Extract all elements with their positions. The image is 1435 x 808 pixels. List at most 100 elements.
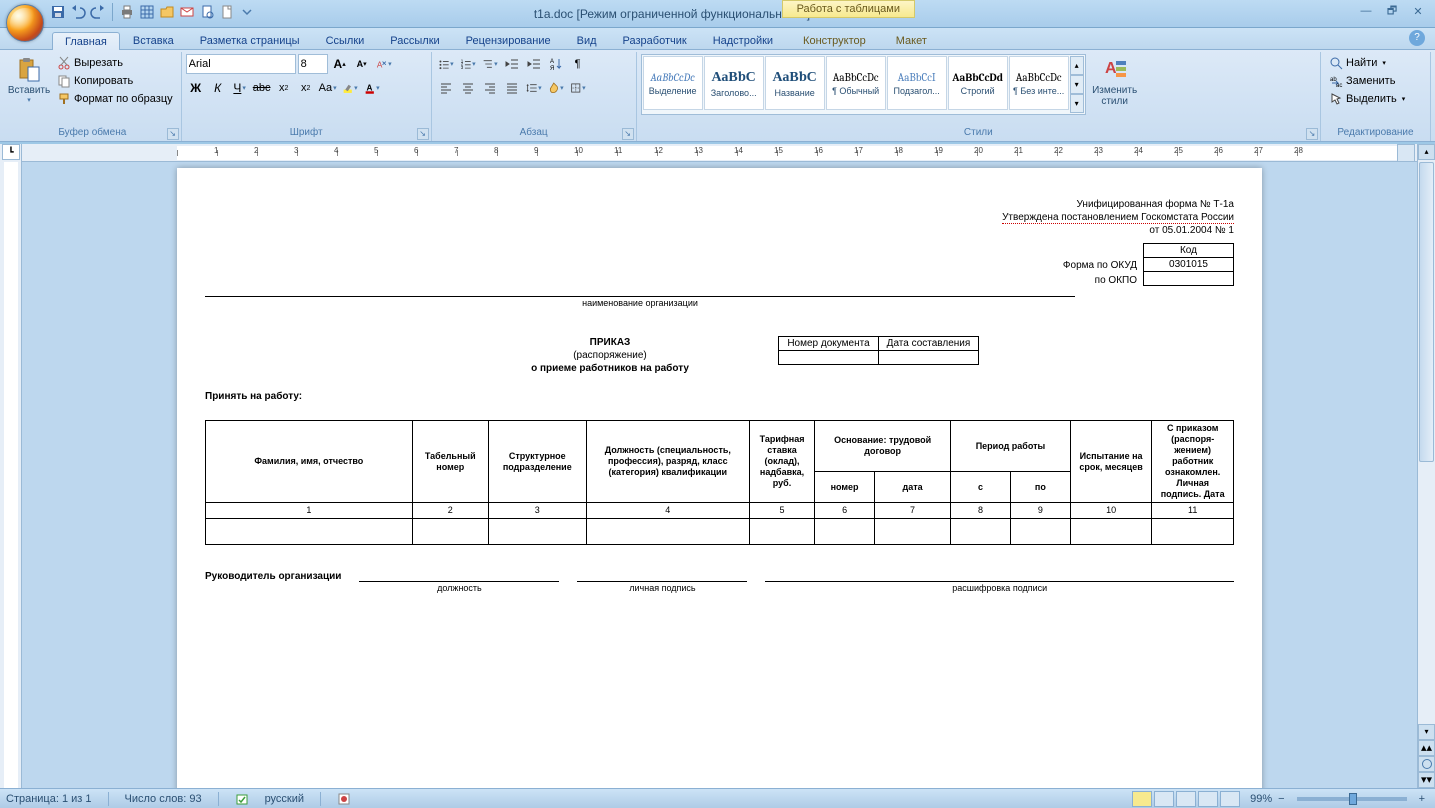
superscript-icon[interactable]: x2 (296, 78, 316, 98)
minimize-button[interactable]: — (1355, 3, 1377, 19)
gallery-more[interactable]: ▾ (1070, 94, 1084, 113)
copy-button[interactable]: Копировать (53, 72, 177, 90)
macro-record-icon[interactable] (337, 792, 351, 806)
open-icon[interactable] (159, 4, 175, 20)
proofing-icon[interactable] (235, 792, 249, 806)
italic-icon[interactable]: К (208, 78, 228, 98)
tab-review[interactable]: Рецензирование (453, 31, 564, 49)
change-styles-button[interactable]: A Изменить стили (1089, 54, 1141, 110)
tab-home[interactable]: Главная (52, 32, 120, 50)
align-right-icon[interactable] (480, 78, 500, 98)
clear-format-icon[interactable]: A (374, 54, 394, 74)
format-painter-button[interactable]: Формат по образцу (53, 90, 177, 108)
strike-icon[interactable]: abc (252, 78, 272, 98)
paste-button[interactable]: Вставить ▾ (8, 54, 50, 107)
view-web[interactable] (1176, 791, 1196, 807)
sort-icon[interactable]: AЯ (546, 54, 566, 74)
font-name-combo[interactable] (186, 54, 296, 74)
print-preview-icon[interactable] (199, 4, 215, 20)
font-size-combo[interactable] (298, 54, 328, 74)
grow-font-icon[interactable]: A▴ (330, 54, 350, 74)
view-outline[interactable] (1198, 791, 1218, 807)
align-left-icon[interactable] (436, 78, 456, 98)
zoom-label[interactable]: 99% (1250, 793, 1272, 805)
scroll-down[interactable]: ▾ (1418, 724, 1435, 740)
horizontal-ruler[interactable]: 1234567891011121314151617181920212223242… (22, 144, 1417, 162)
shrink-font-icon[interactable]: A▾ (352, 54, 372, 74)
view-print-layout[interactable] (1132, 791, 1152, 807)
style-item[interactable]: AaBbCcDc¶ Обычный (826, 56, 886, 110)
shading-icon[interactable] (546, 78, 566, 98)
decrease-indent-icon[interactable] (502, 54, 522, 74)
multilevel-icon[interactable] (480, 54, 500, 74)
paragraph-launcher[interactable]: ↘ (622, 128, 634, 140)
status-language[interactable]: русский (265, 793, 304, 805)
bold-icon[interactable]: Ж (186, 78, 206, 98)
redo-icon[interactable] (90, 4, 106, 20)
tab-developer[interactable]: Разработчик (610, 31, 700, 49)
style-item[interactable]: АаВbСНазвание (765, 56, 825, 110)
status-words[interactable]: Число слов: 93 (125, 793, 202, 805)
new-icon[interactable] (219, 4, 235, 20)
scroll-thumb[interactable] (1419, 162, 1434, 462)
borders-icon[interactable] (568, 78, 588, 98)
qat-more-icon[interactable] (239, 4, 255, 20)
email-icon[interactable] (179, 4, 195, 20)
styles-launcher[interactable]: ↘ (1306, 128, 1318, 140)
zoom-out[interactable]: − (1274, 793, 1288, 805)
replace-button[interactable]: abacЗаменить (1325, 72, 1409, 90)
tab-page-layout[interactable]: Разметка страницы (187, 31, 313, 49)
tab-addins[interactable]: Надстройки (700, 31, 786, 49)
style-item[interactable]: AaBbCcDdСтрогий (948, 56, 1008, 110)
page[interactable]: Унифицированная форма № Т-1а Утверждена … (177, 168, 1262, 788)
highlight-icon[interactable] (340, 78, 360, 98)
gallery-up[interactable]: ▴ (1070, 56, 1084, 75)
tab-table-design[interactable]: Конструктор (790, 31, 879, 49)
style-item[interactable]: АаВbСЗаголово... (704, 56, 764, 110)
save-icon[interactable] (50, 4, 66, 20)
zoom-slider[interactable] (1297, 797, 1407, 801)
subscript-icon[interactable]: x2 (274, 78, 294, 98)
gallery-down[interactable]: ▾ (1070, 75, 1084, 94)
document-viewport[interactable]: Унифицированная форма № Т-1а Утверждена … (22, 162, 1417, 788)
help-button[interactable]: ? (1409, 30, 1425, 46)
vertical-scrollbar[interactable]: ▴ ▾ ▴▴ ▾▾ (1417, 144, 1435, 788)
underline-icon[interactable]: Ч (230, 78, 250, 98)
increase-indent-icon[interactable] (524, 54, 544, 74)
tab-view[interactable]: Вид (564, 31, 610, 49)
show-marks-icon[interactable]: ¶ (568, 54, 588, 74)
tab-insert[interactable]: Вставка (120, 31, 187, 49)
restore-button[interactable]: 🗗 (1381, 3, 1403, 19)
view-full-screen[interactable] (1154, 791, 1174, 807)
prev-page[interactable]: ▴▴ (1418, 740, 1435, 756)
undo-icon[interactable] (70, 4, 86, 20)
tab-selector[interactable]: ┗ (2, 144, 20, 160)
line-spacing-icon[interactable] (524, 78, 544, 98)
style-item[interactable]: AaBbCcIПодзагол... (887, 56, 947, 110)
font-launcher[interactable]: ↘ (417, 128, 429, 140)
toggle-ruler-button[interactable] (1397, 144, 1415, 162)
font-color-icon[interactable]: A (362, 78, 382, 98)
browse-object[interactable] (1418, 756, 1435, 772)
scroll-up[interactable]: ▴ (1418, 144, 1435, 160)
select-button[interactable]: Выделить▾ (1325, 90, 1409, 108)
view-draft[interactable] (1220, 791, 1240, 807)
change-case-icon[interactable]: Aa (318, 78, 338, 98)
style-item[interactable]: AaBbCcDcВыделение (643, 56, 703, 110)
vertical-ruler[interactable]: ┗ (0, 144, 22, 788)
align-center-icon[interactable] (458, 78, 478, 98)
close-button[interactable]: ✕ (1407, 3, 1429, 19)
find-button[interactable]: Найти▾ (1325, 54, 1409, 72)
quick-print-icon[interactable] (119, 4, 135, 20)
tab-table-layout[interactable]: Макет (883, 31, 940, 49)
style-item[interactable]: AaBbCcDc¶ Без инте... (1009, 56, 1069, 110)
next-page[interactable]: ▾▾ (1418, 772, 1435, 788)
office-button[interactable] (6, 4, 44, 42)
numbering-icon[interactable]: 123 (458, 54, 478, 74)
cut-button[interactable]: Вырезать (53, 54, 177, 72)
justify-icon[interactable] (502, 78, 522, 98)
zoom-in[interactable]: + (1415, 793, 1429, 805)
clipboard-launcher[interactable]: ↘ (167, 128, 179, 140)
status-page[interactable]: Страница: 1 из 1 (6, 793, 92, 805)
bullets-icon[interactable] (436, 54, 456, 74)
